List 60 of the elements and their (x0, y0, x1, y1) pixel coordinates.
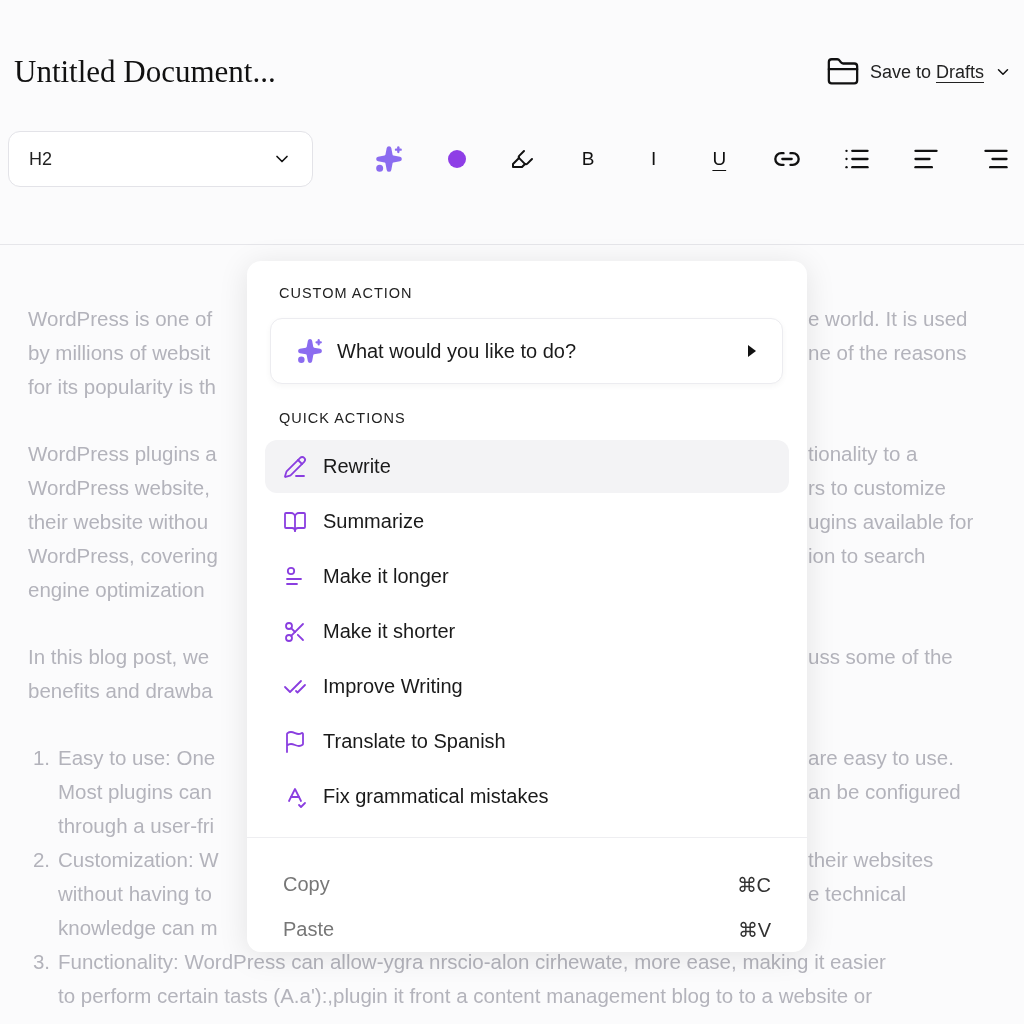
body-text: uss some of the (808, 645, 953, 669)
body-text: e technical (808, 882, 906, 906)
clipboard-item[interactable]: Paste ⌘V (265, 907, 789, 952)
scissors-icon (283, 619, 307, 644)
body-text: by millions of websit (28, 341, 211, 365)
body-text: an be configured (808, 780, 961, 804)
quick-action-item[interactable]: Rewrite (265, 440, 789, 493)
body-text: are easy to use. (808, 746, 954, 770)
block-style-select[interactable]: H2 (8, 131, 313, 187)
body-text: knowledge can m (58, 916, 218, 940)
body-text: Easy to use: One (58, 746, 216, 770)
ai-button[interactable] (373, 143, 405, 175)
quick-action-item[interactable]: Make it longer (265, 550, 789, 603)
book-icon (283, 509, 307, 534)
flag-icon (283, 729, 307, 754)
body-text: for its popularity is th (28, 375, 216, 399)
body-text: tionality to a (808, 442, 918, 466)
sparkles-icon (375, 145, 403, 173)
quick-action-item[interactable]: Summarize (265, 495, 789, 548)
format-button[interactable]: I (639, 146, 668, 172)
body-text: WordPress website, (28, 476, 210, 500)
body-text: their websites (808, 848, 934, 872)
section-heading: QUICK ACTIONS (278, 410, 407, 426)
color-dot (447, 150, 466, 168)
format-button[interactable]: B (573, 146, 602, 172)
body-text: their website withou (28, 510, 209, 534)
body-text: Customization: W (58, 848, 219, 872)
quick-action-item[interactable]: Fix grammatical mistakes (265, 770, 789, 823)
quick-action-item[interactable]: Translate to Spanish (265, 715, 789, 768)
highlighter-icon (510, 147, 535, 171)
body-text: ugins available for (808, 510, 974, 534)
body-text: ne of the reasons (808, 341, 967, 365)
body-text: rs to customize (808, 476, 946, 500)
section-heading: CUSTOM ACTION (278, 285, 414, 301)
list-number: 3. (31, 949, 50, 975)
body-text: benefits and drawba (28, 679, 213, 703)
body-text: Most plugins can (58, 780, 212, 804)
body-text: without having to (58, 882, 212, 906)
document-title: Untitled Document... (14, 54, 276, 90)
body-text: WordPress plugins a (28, 442, 217, 466)
save-to-drafts-button[interactable]: Save to Drafts (825, 55, 1012, 89)
body-text: WordPress is one of (28, 307, 213, 331)
body-text: e world. It is used (808, 307, 968, 331)
body-text: ion to search (808, 544, 926, 568)
list-number: 2. (31, 847, 50, 873)
body-text: through a user-fri (58, 814, 215, 838)
sparkles-icon (297, 338, 323, 364)
quick-action-item[interactable]: Improve Writing (265, 660, 789, 713)
body-text: In this blog post, we (28, 645, 210, 669)
format-button[interactable]: U (705, 146, 734, 172)
clipboard-item[interactable]: Copy ⌘C (265, 862, 789, 907)
pencil-icon (283, 454, 307, 479)
body-text: Functionality: WordPress can allow-ygra nrscio-alon cirhewate, more ease, making it easier (58, 950, 886, 974)
list-number: 1. (31, 745, 50, 771)
quick-action-item[interactable]: Make it shorter (265, 605, 789, 658)
caret-right-icon (748, 345, 756, 357)
custom-action-prompt[interactable]: What would you like to do? (270, 318, 783, 384)
body-text: engine optimization (28, 578, 205, 602)
body-text: WordPress, covering (28, 544, 218, 568)
body-text: to perform certain tasts (A.a'):,plugin it front a content management blog to to a website or (58, 984, 873, 1008)
